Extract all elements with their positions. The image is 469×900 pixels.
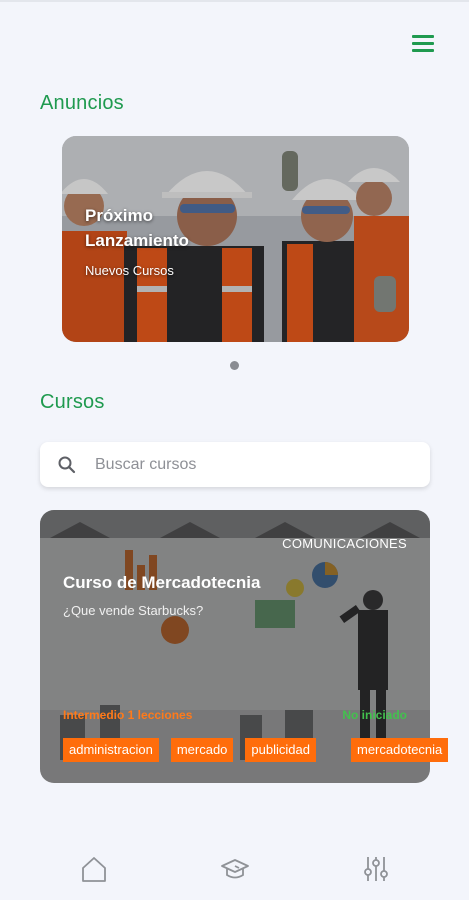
search-bar[interactable] bbox=[40, 442, 430, 487]
courses-title: Cursos bbox=[40, 391, 105, 413]
search-icon bbox=[58, 456, 76, 474]
nav-courses[interactable] bbox=[220, 854, 250, 884]
search-input[interactable] bbox=[95, 442, 415, 487]
status-divider bbox=[0, 0, 469, 2]
tag-publicidad[interactable]: publicidad bbox=[245, 738, 316, 762]
announcement-card[interactable]: Próximo Lanzamiento Nuevos Cursos bbox=[62, 136, 409, 342]
home-icon bbox=[82, 857, 106, 882]
announcement-title: Próximo Lanzamiento bbox=[85, 206, 189, 250]
tag-administracion[interactable]: administracion bbox=[63, 738, 159, 762]
course-title: Curso de Mercadotecnia bbox=[63, 573, 261, 592]
tag-mercadotecnia[interactable]: mercadotecnia bbox=[351, 738, 449, 762]
course-level: Intermedio 1 lecciones bbox=[63, 708, 193, 722]
course-subtitle: ¿Que vende Starbucks? bbox=[63, 603, 204, 618]
course-tags: administracion mercado publicidad bbox=[63, 738, 316, 762]
course-category: COMUNICACIONES bbox=[282, 536, 407, 551]
announcements-title: Anuncios bbox=[40, 92, 124, 114]
bottom-navigation bbox=[0, 840, 469, 900]
course-status-badge: No iniciado bbox=[342, 708, 407, 722]
sliders-icon bbox=[364, 857, 388, 881]
nav-home[interactable] bbox=[79, 854, 109, 884]
hamburger-menu-icon[interactable] bbox=[409, 30, 437, 56]
graduation-cap-icon bbox=[221, 859, 249, 879]
tag-mercado[interactable]: mercado bbox=[170, 738, 234, 762]
nav-settings[interactable] bbox=[361, 854, 391, 884]
carousel-dot[interactable] bbox=[230, 361, 239, 370]
announcement-subtitle: Nuevos Cursos bbox=[85, 263, 174, 278]
